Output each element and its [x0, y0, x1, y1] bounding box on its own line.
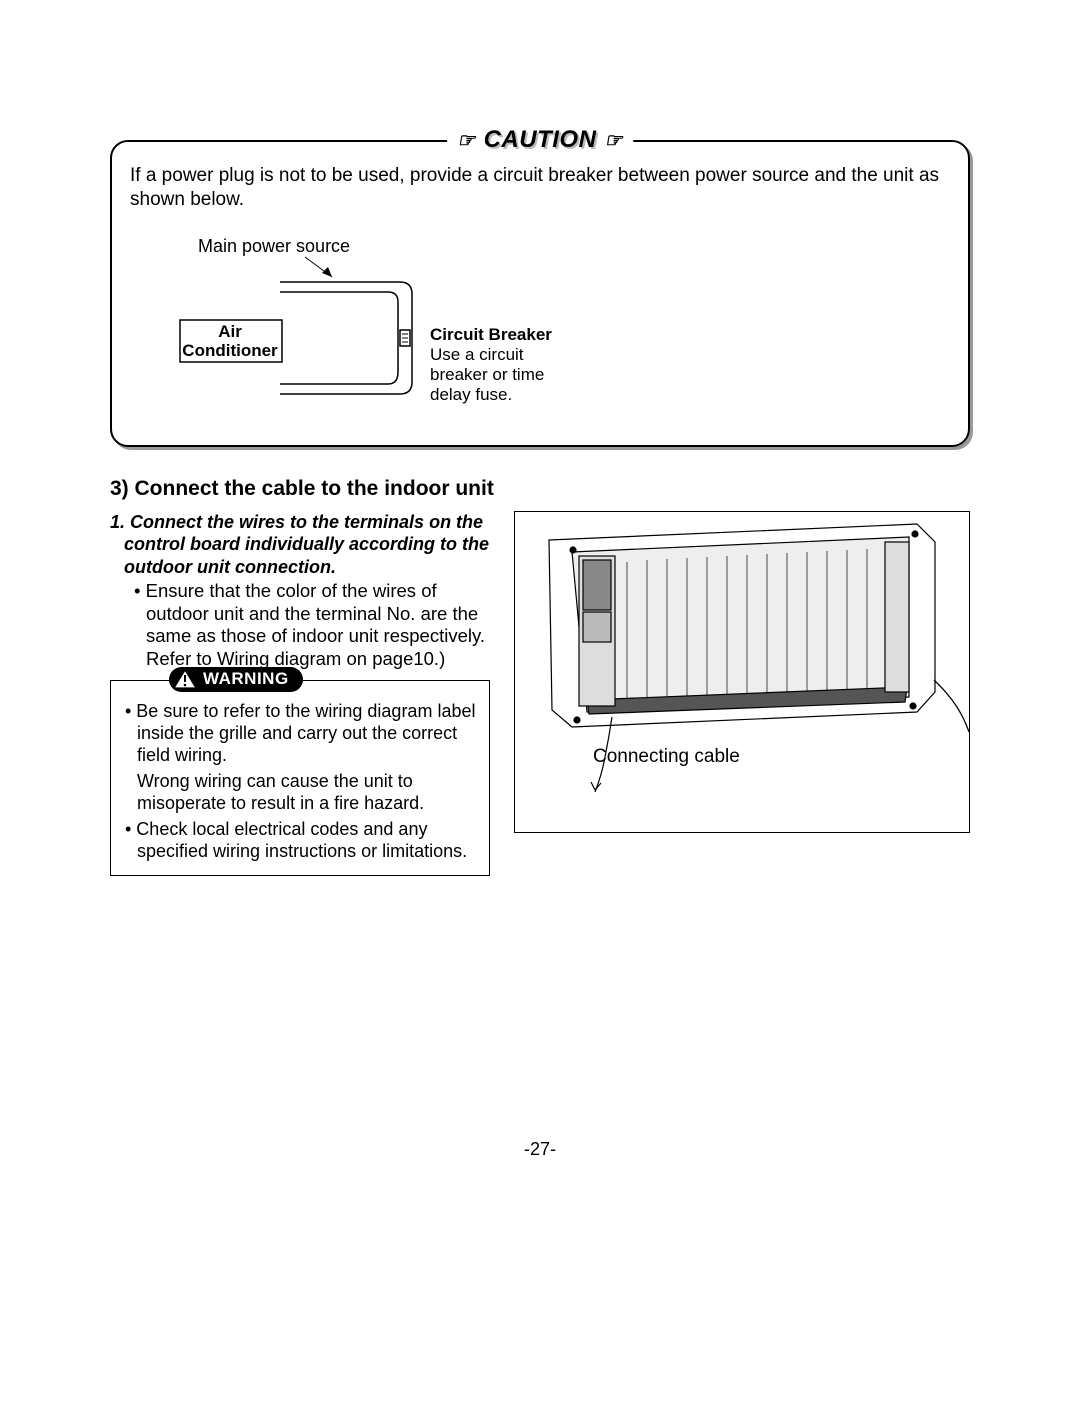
caution-text: If a power plug is not to be used, provi… [130, 164, 950, 212]
svg-text:Circuit Breaker: Circuit Breaker [430, 325, 552, 344]
warning-pill: WARNING [169, 667, 303, 692]
warning-bullet-1: • Be sure to refer to the wiring diagram… [125, 701, 479, 767]
warning-bullet-2: • Check local electrical codes and any s… [125, 819, 479, 863]
step-bullet-1: • Ensure that the color of the wires of … [110, 580, 490, 648]
finger-left-icon: ☞ [604, 128, 622, 153]
page-number: -27- [524, 1139, 556, 1160]
caution-title-text: CAUTION [484, 126, 597, 154]
svg-text:Use a circuit: Use a circuit [430, 345, 524, 364]
step-refer: Refer to Wiring diagram on page10.) [110, 648, 490, 671]
section-heading: 3) Connect the cable to the indoor unit [110, 477, 970, 501]
step-head: 1. Connect the wires to the terminals on… [110, 511, 490, 579]
svg-text:Air: Air [218, 322, 242, 341]
left-column: 1. Connect the wires to the terminals on… [110, 511, 490, 876]
svg-text:delay fuse.: delay fuse. [430, 385, 512, 404]
finger-right-icon: ☞ [457, 128, 475, 153]
warning-box: WARNING • Be sure to refer to the wiring… [110, 680, 490, 876]
svg-text:Conditioner: Conditioner [182, 341, 278, 360]
caution-diagram: Main power source Air Conditioner Circui… [130, 222, 950, 422]
indoor-unit-illustration [515, 512, 969, 832]
warning-triangle-icon [173, 669, 197, 689]
warning-label: WARNING [203, 669, 289, 688]
svg-text:breaker or time: breaker or time [430, 365, 544, 384]
caution-box: ☞ CAUTION ☞ If a power plug is not to be… [110, 140, 970, 447]
caution-title: ☞ CAUTION ☞ [447, 126, 633, 154]
figure-box: Connecting cable [514, 511, 970, 833]
right-column: Connecting cable [514, 511, 970, 876]
warning-bullet-1b: Wrong wiring can cause the unit to misop… [125, 771, 479, 815]
figure-caption: Connecting cable [593, 746, 740, 768]
main-power-label: Main power source [198, 236, 350, 256]
